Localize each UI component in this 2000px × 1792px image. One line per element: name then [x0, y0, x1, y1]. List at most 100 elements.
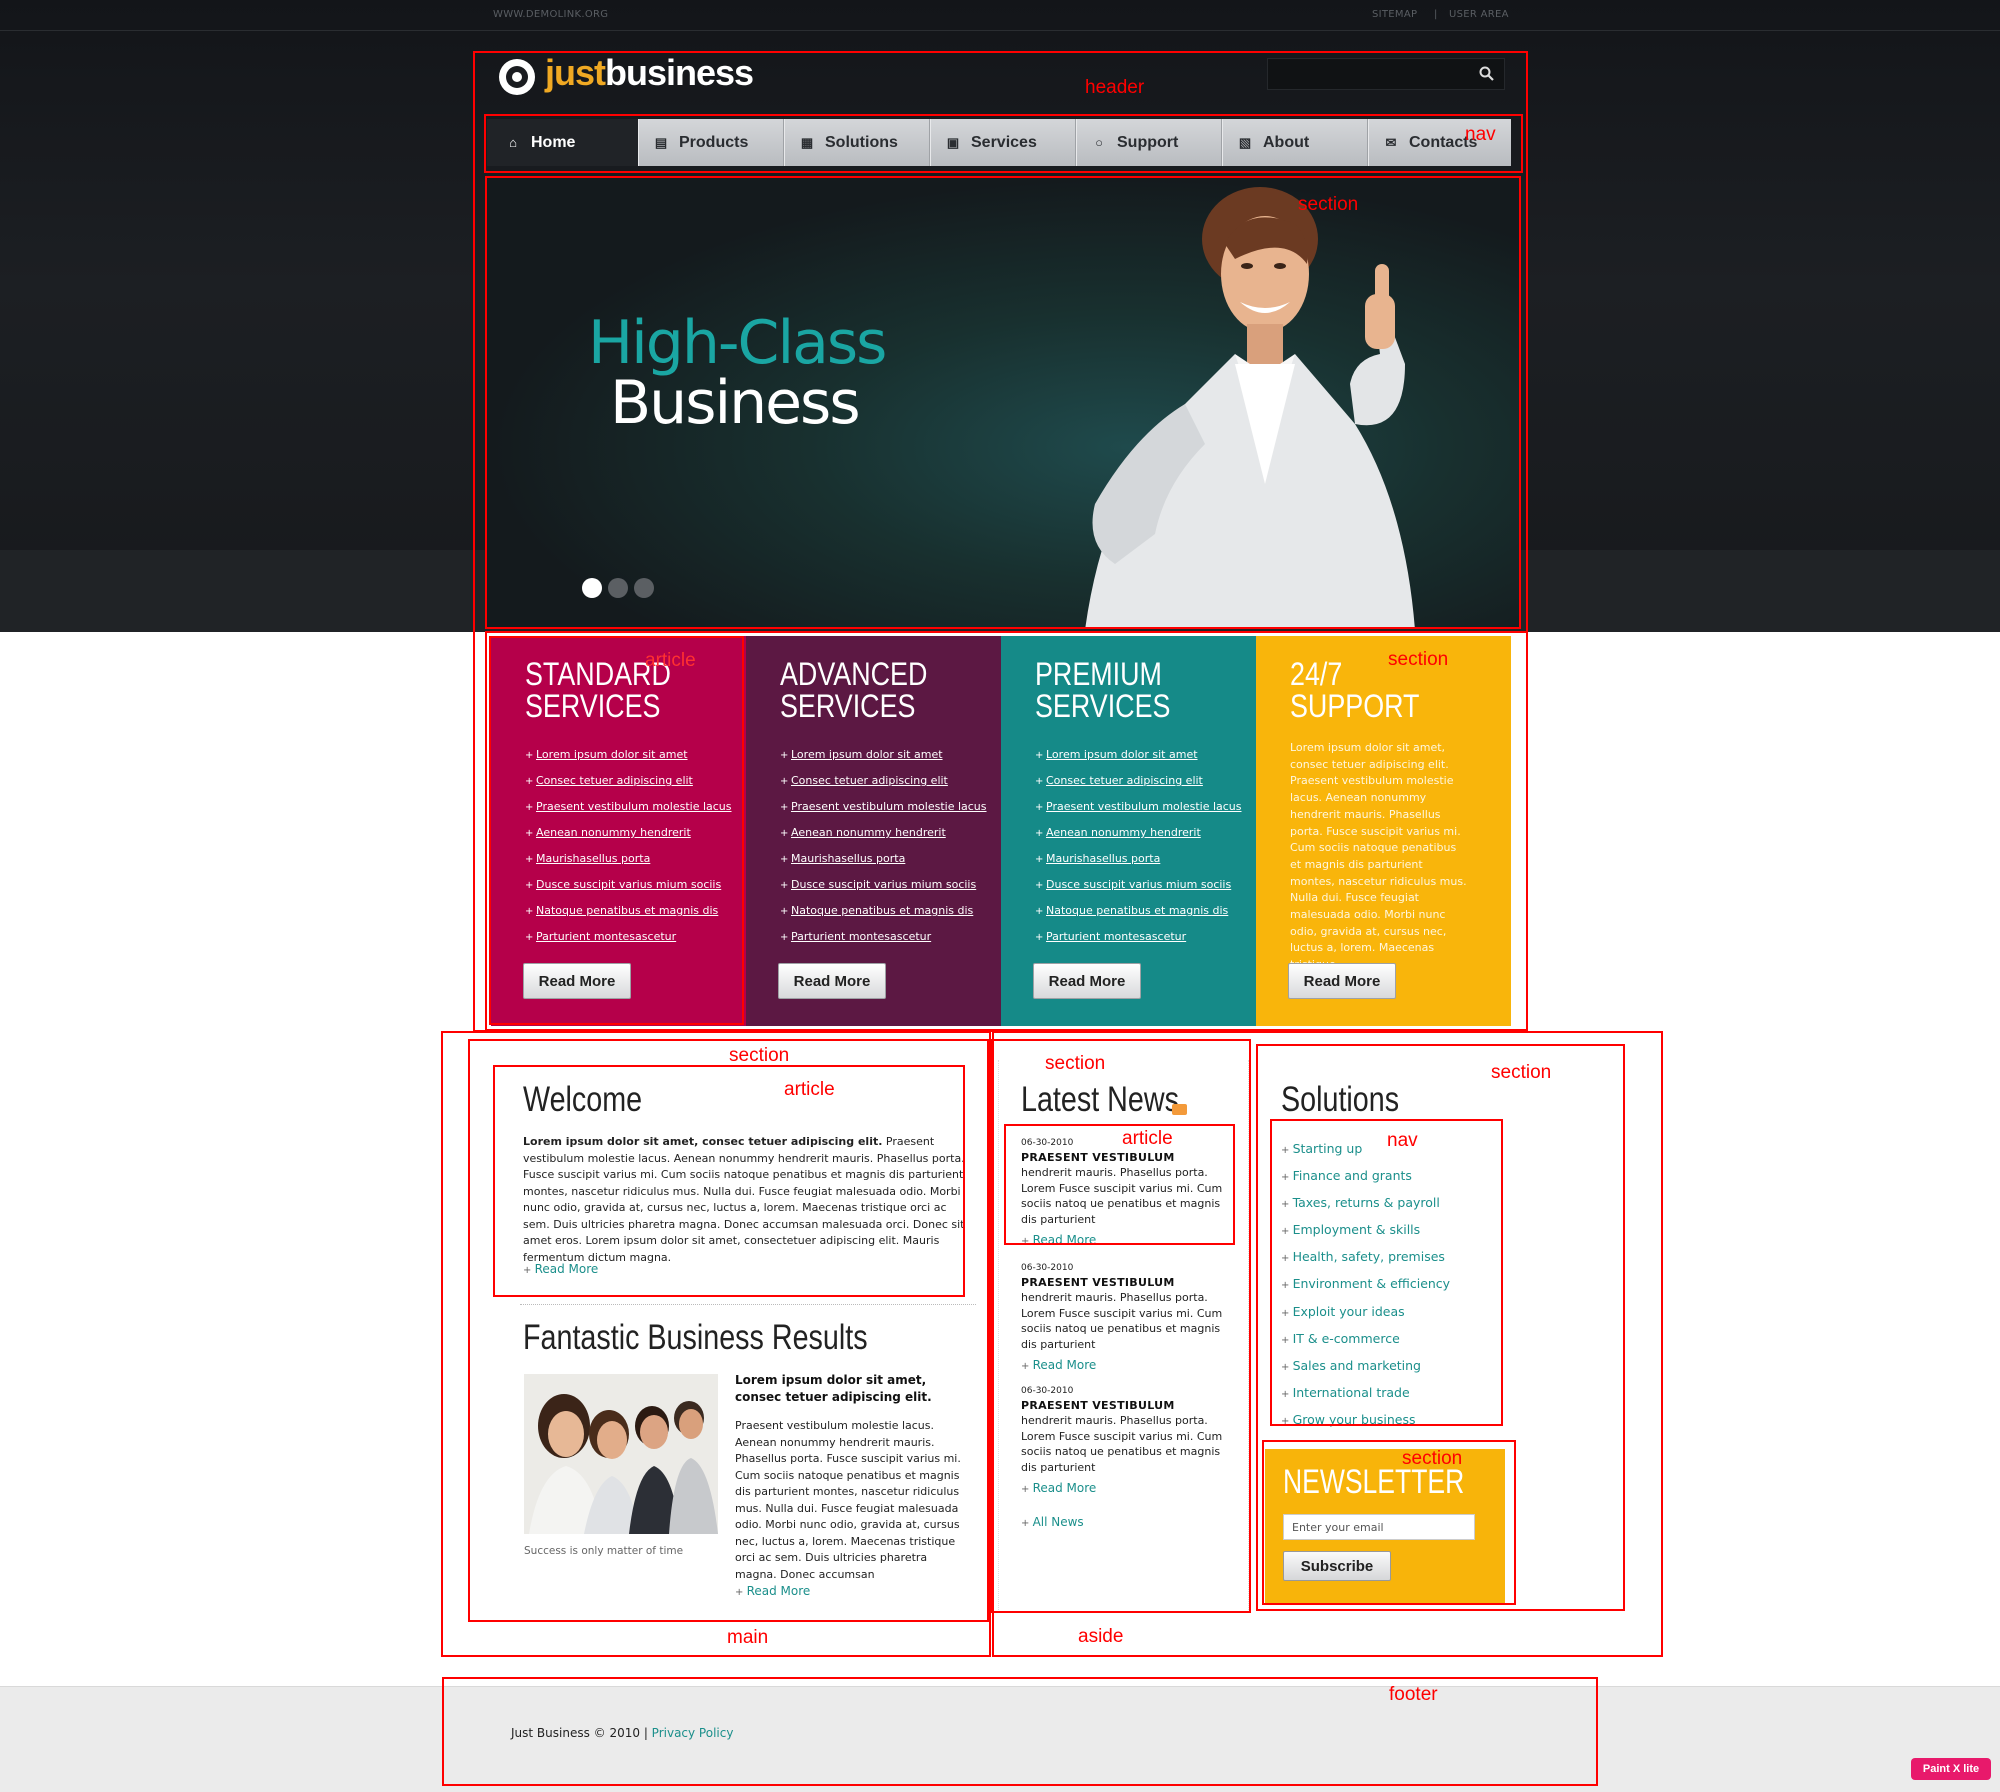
nav-item-support[interactable]: ○ Support: [1076, 119, 1222, 166]
box-title-line2: SERVICES: [1035, 688, 1171, 724]
list-item[interactable]: Parturient montesascetur: [1035, 924, 1256, 950]
solutions-link[interactable]: Taxes, returns & payroll: [1281, 1190, 1450, 1217]
slider-dot-1[interactable]: [582, 578, 602, 598]
list-item[interactable]: Parturient montesascetur: [780, 924, 1001, 950]
box-title-line1: 24/7: [1290, 656, 1343, 692]
news-read-more-link[interactable]: Read More: [1021, 1358, 1236, 1372]
list-item[interactable]: Praesent vestibulum molestie lacus: [780, 794, 1001, 820]
solutions-link[interactable]: Exploit your ideas: [1281, 1299, 1450, 1326]
box-title: PREMIUM SERVICES: [1035, 658, 1221, 722]
demolink-text[interactable]: WWW.DEMOLINK.ORG: [493, 9, 608, 20]
news-item: 06-30-2010 PRAESENT VESTIBULUM hendrerit…: [1021, 1263, 1236, 1372]
list-item[interactable]: Lorem ipsum dolor sit amet: [525, 742, 746, 768]
news-read-more-link[interactable]: Read More: [1021, 1233, 1236, 1247]
newsletter-box: NEWSLETTER Enter your email Subscribe: [1265, 1449, 1505, 1605]
read-more-button[interactable]: Read More: [778, 963, 886, 999]
solutions-link[interactable]: Grow your business: [1281, 1407, 1450, 1434]
solutions-link[interactable]: Environment & efficiency: [1281, 1271, 1451, 1298]
annotation-section-label: section: [1491, 1062, 1552, 1083]
solutions-link[interactable]: International trade: [1281, 1380, 1450, 1407]
nav-item-solutions[interactable]: ▦ Solutions: [784, 119, 930, 166]
annotation-section-label: section: [1298, 194, 1359, 215]
advanced-services-box: ADVANCEDSERVICES Lorem ipsum dolor sit a…: [746, 636, 1001, 1026]
solutions-link[interactable]: Starting up: [1281, 1136, 1450, 1163]
list-item[interactable]: Dusce suscipit varius mium sociis: [525, 872, 746, 898]
standard-services-box: STANDARDSERVICES Lorem ipsum dolor sit a…: [491, 636, 746, 1026]
box-title: ADVANCED SERVICES: [780, 658, 966, 722]
news-item: 06-30-2010 PRAESENT VESTIBULUM hendrerit…: [1021, 1138, 1236, 1247]
topbar-divider: [0, 30, 2000, 31]
welcome-read-more-link[interactable]: Read More: [523, 1262, 599, 1276]
welcome-text: Lorem ipsum dolor sit amet, consec tetue…: [523, 1134, 968, 1266]
list-item[interactable]: Praesent vestibulum molestie lacus: [1035, 794, 1256, 820]
annotation-article-label: article: [1122, 1128, 1173, 1149]
topbar-separator: |: [1434, 9, 1438, 20]
nav-support-label: Support: [1117, 133, 1179, 151]
footer-text: Just Business © 2010 | Privacy Policy: [511, 1726, 733, 1740]
box-title-line2: SUPPORT: [1290, 688, 1420, 724]
clipboard-icon: ▦: [800, 134, 814, 150]
list-item[interactable]: Consec tetuer adipiscing elit: [1035, 768, 1256, 794]
services-icon: ▣: [946, 134, 960, 150]
list-item[interactable]: Natoque penatibus et magnis dis: [1035, 898, 1256, 924]
solutions-link[interactable]: Finance and grants: [1281, 1163, 1450, 1190]
list-item[interactable]: Aenean nonummy hendrerit: [525, 820, 746, 846]
nav-home-label: Home: [531, 133, 576, 151]
nav-item-products[interactable]: ▤ Products: [638, 119, 784, 166]
footer-copyright: Just Business © 2010 |: [511, 1726, 652, 1740]
slider-dot-3[interactable]: [634, 578, 654, 598]
list-item[interactable]: Maurishasellus porta: [780, 846, 1001, 872]
nav-item-home[interactable]: ⌂ Home: [487, 119, 638, 166]
list-item[interactable]: Aenean nonummy hendrerit: [1035, 820, 1256, 846]
nav-item-about[interactable]: ▧ About: [1222, 119, 1368, 166]
list-item[interactable]: Consec tetuer adipiscing elit: [780, 768, 1001, 794]
news-read-more-link[interactable]: Read More: [1021, 1481, 1236, 1495]
main-nav: ⌂ Home ▤ Products ▦ Solutions ▣ Services ○ Su…: [487, 119, 1511, 166]
list-item[interactable]: Praesent vestibulum molestie lacus: [525, 794, 746, 820]
list-item[interactable]: Lorem ipsum dolor sit amet: [780, 742, 1001, 768]
newsletter-email-input[interactable]: Enter your email: [1283, 1514, 1475, 1540]
results-read-more-link[interactable]: Read More: [735, 1584, 811, 1598]
box-title-line1: ADVANCED: [780, 656, 928, 692]
results-text: Praesent vestibulum molestie lacus. Aene…: [735, 1419, 961, 1581]
all-news-link[interactable]: All News: [1021, 1515, 1084, 1529]
content-divider: [520, 1304, 976, 1305]
box-link-list: Lorem ipsum dolor sit amet Consec tetuer…: [780, 742, 1001, 950]
rss-icon[interactable]: [1172, 1104, 1187, 1115]
solutions-link[interactable]: IT & e-commerce: [1281, 1326, 1450, 1353]
list-item[interactable]: Parturient montesascetur: [525, 924, 746, 950]
box-title-line2: SERVICES: [525, 688, 661, 724]
solutions-link[interactable]: Health, safety, premises: [1281, 1244, 1450, 1271]
read-more-button[interactable]: Read More: [523, 963, 631, 999]
support-description: Lorem ipsum dolor sit amet, consec tetue…: [1290, 741, 1467, 971]
news-column-divider: [998, 1060, 999, 1610]
list-item[interactable]: Aenean nonummy hendrerit: [780, 820, 1001, 846]
logo[interactable]: justbusiness: [545, 52, 754, 94]
footer: Just Business © 2010 | Privacy Policy: [0, 1686, 2000, 1792]
list-item[interactable]: Dusce suscipit varius mium sociis: [1035, 872, 1256, 898]
solutions-link[interactable]: Sales and marketing: [1281, 1353, 1450, 1380]
list-item[interactable]: Natoque penatibus et magnis dis: [780, 898, 1001, 924]
search-icon[interactable]: [1478, 65, 1496, 83]
annotation-section-label: section: [1388, 649, 1449, 670]
search-input[interactable]: [1268, 59, 1474, 87]
nav-item-services[interactable]: ▣ Services: [930, 119, 1076, 166]
list-item[interactable]: Natoque penatibus et magnis dis: [525, 898, 746, 924]
list-item[interactable]: Maurishasellus porta: [525, 846, 746, 872]
mail-icon: ✉: [1385, 134, 1397, 150]
subscribe-button[interactable]: Subscribe: [1283, 1551, 1391, 1581]
solutions-title: Solutions: [1281, 1080, 1400, 1119]
list-item[interactable]: Dusce suscipit varius mium sociis: [780, 872, 1001, 898]
read-more-button[interactable]: Read More: [1288, 963, 1396, 999]
read-more-button[interactable]: Read More: [1033, 963, 1141, 999]
user-area-link[interactable]: USER AREA: [1449, 9, 1509, 20]
news-text: hendrerit mauris. Phasellus porta. Lorem…: [1021, 1291, 1223, 1351]
newsletter-email-placeholder: Enter your email: [1292, 1520, 1384, 1534]
sitemap-link[interactable]: SITEMAP: [1372, 9, 1417, 20]
list-item[interactable]: Maurishasellus porta: [1035, 846, 1256, 872]
slider-dot-2[interactable]: [608, 578, 628, 598]
list-item[interactable]: Lorem ipsum dolor sit amet: [1035, 742, 1256, 768]
solutions-link[interactable]: Employment & skills: [1281, 1217, 1450, 1244]
list-item[interactable]: Consec tetuer adipiscing elit: [525, 768, 746, 794]
privacy-policy-link[interactable]: Privacy Policy: [652, 1726, 734, 1740]
